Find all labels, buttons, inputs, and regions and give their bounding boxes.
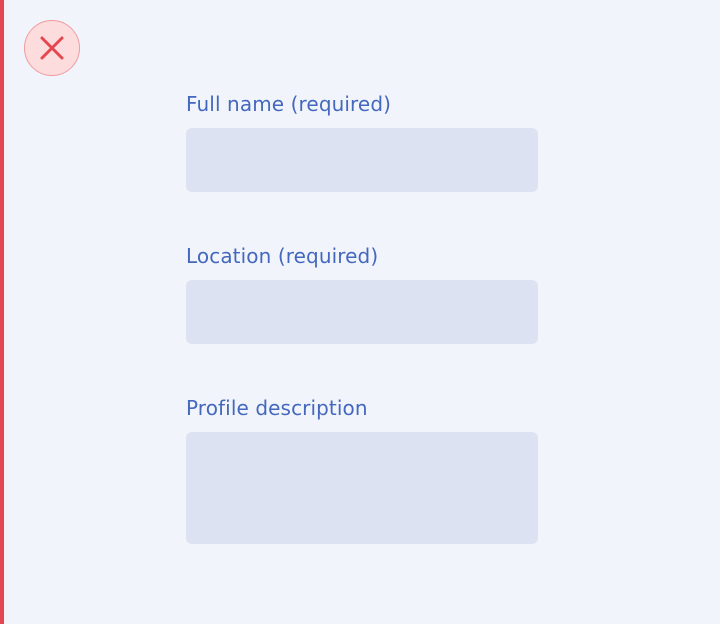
profile-description-field-group: Profile description xyxy=(186,392,538,544)
full-name-field-group: Full name (required) xyxy=(186,88,538,192)
full-name-label: Full name (required) xyxy=(186,92,392,116)
profile-description-textarea[interactable] xyxy=(186,432,538,544)
full-name-input[interactable] xyxy=(186,128,538,192)
error-stripe xyxy=(0,0,4,624)
close-button[interactable] xyxy=(24,20,80,76)
location-label: Location (required) xyxy=(186,244,379,268)
profile-form: Full name (required) Location (required)… xyxy=(186,88,538,544)
close-icon xyxy=(38,34,66,62)
location-input[interactable] xyxy=(186,280,538,344)
location-field-group: Location (required) xyxy=(186,240,538,344)
profile-description-label: Profile description xyxy=(186,396,368,420)
